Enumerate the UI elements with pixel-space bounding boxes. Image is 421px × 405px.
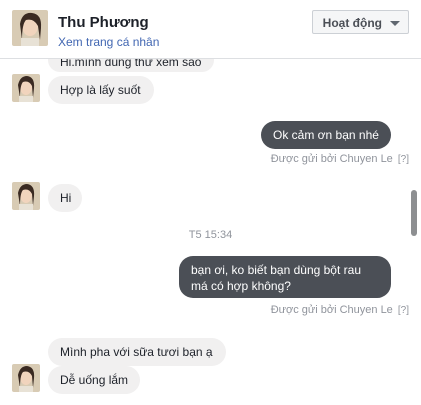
- sent-by-label: Được gửi bởi Chuyen Le [?]: [271, 304, 409, 316]
- incoming-message: Dễ uống lắm: [48, 366, 140, 394]
- incoming-message: Hợp là lấy suốt: [48, 76, 154, 104]
- message-text: Hi: [60, 191, 72, 205]
- chat-header: Thu Phương Xem trang cá nhân Hoạt động: [0, 0, 421, 59]
- scrollbar-thumb[interactable]: [411, 190, 417, 236]
- contact-name[interactable]: Thu Phương: [58, 14, 149, 31]
- message-thread[interactable]: Hi.mình dùng thử xem sao Hợp là lấy suốt…: [0, 58, 421, 405]
- activity-button-label: Hoạt động: [322, 16, 382, 30]
- help-icon[interactable]: [?]: [398, 305, 409, 316]
- contact-avatar-small[interactable]: [12, 74, 40, 102]
- message-text: bạn ơi, ko biết bạn dùng bột rau má có h…: [191, 263, 361, 293]
- contact-avatar-small[interactable]: [12, 364, 40, 392]
- sent-by-label: Được gửi bởi Chuyen Le [?]: [271, 153, 409, 165]
- outgoing-message: bạn ơi, ko biết bạn dùng bột rau má có h…: [179, 256, 391, 298]
- incoming-message: Mình pha với sữa tươi bạn ạ: [48, 338, 226, 366]
- message-text: Hợp là lấy suốt: [60, 83, 141, 97]
- incoming-message: Hi: [48, 184, 82, 212]
- help-icon[interactable]: [?]: [398, 154, 409, 165]
- contact-avatar-small[interactable]: [12, 182, 40, 210]
- outgoing-message: Ok cảm ơn bạn nhé: [261, 121, 391, 149]
- chevron-down-icon: [390, 21, 400, 26]
- message-text: Mình pha với sữa tươi bạn ạ: [60, 345, 213, 359]
- timestamp: T5 15:34: [188, 229, 233, 241]
- contact-avatar[interactable]: [12, 10, 48, 46]
- activity-dropdown-button[interactable]: Hoạt động: [311, 10, 409, 34]
- incoming-message: Hi.mình dùng thử xem sao: [48, 58, 214, 72]
- message-text: Hi.mình dùng thử xem sao: [60, 58, 202, 69]
- sent-by-text: Được gửi bởi Chuyen Le: [270, 304, 393, 316]
- view-profile-link[interactable]: Xem trang cá nhân: [58, 35, 159, 49]
- message-text: Ok cảm ơn bạn nhé: [273, 128, 379, 142]
- message-text: Dễ uống lắm: [60, 373, 129, 387]
- sent-by-text: Được gửi bởi Chuyen Le: [270, 153, 393, 165]
